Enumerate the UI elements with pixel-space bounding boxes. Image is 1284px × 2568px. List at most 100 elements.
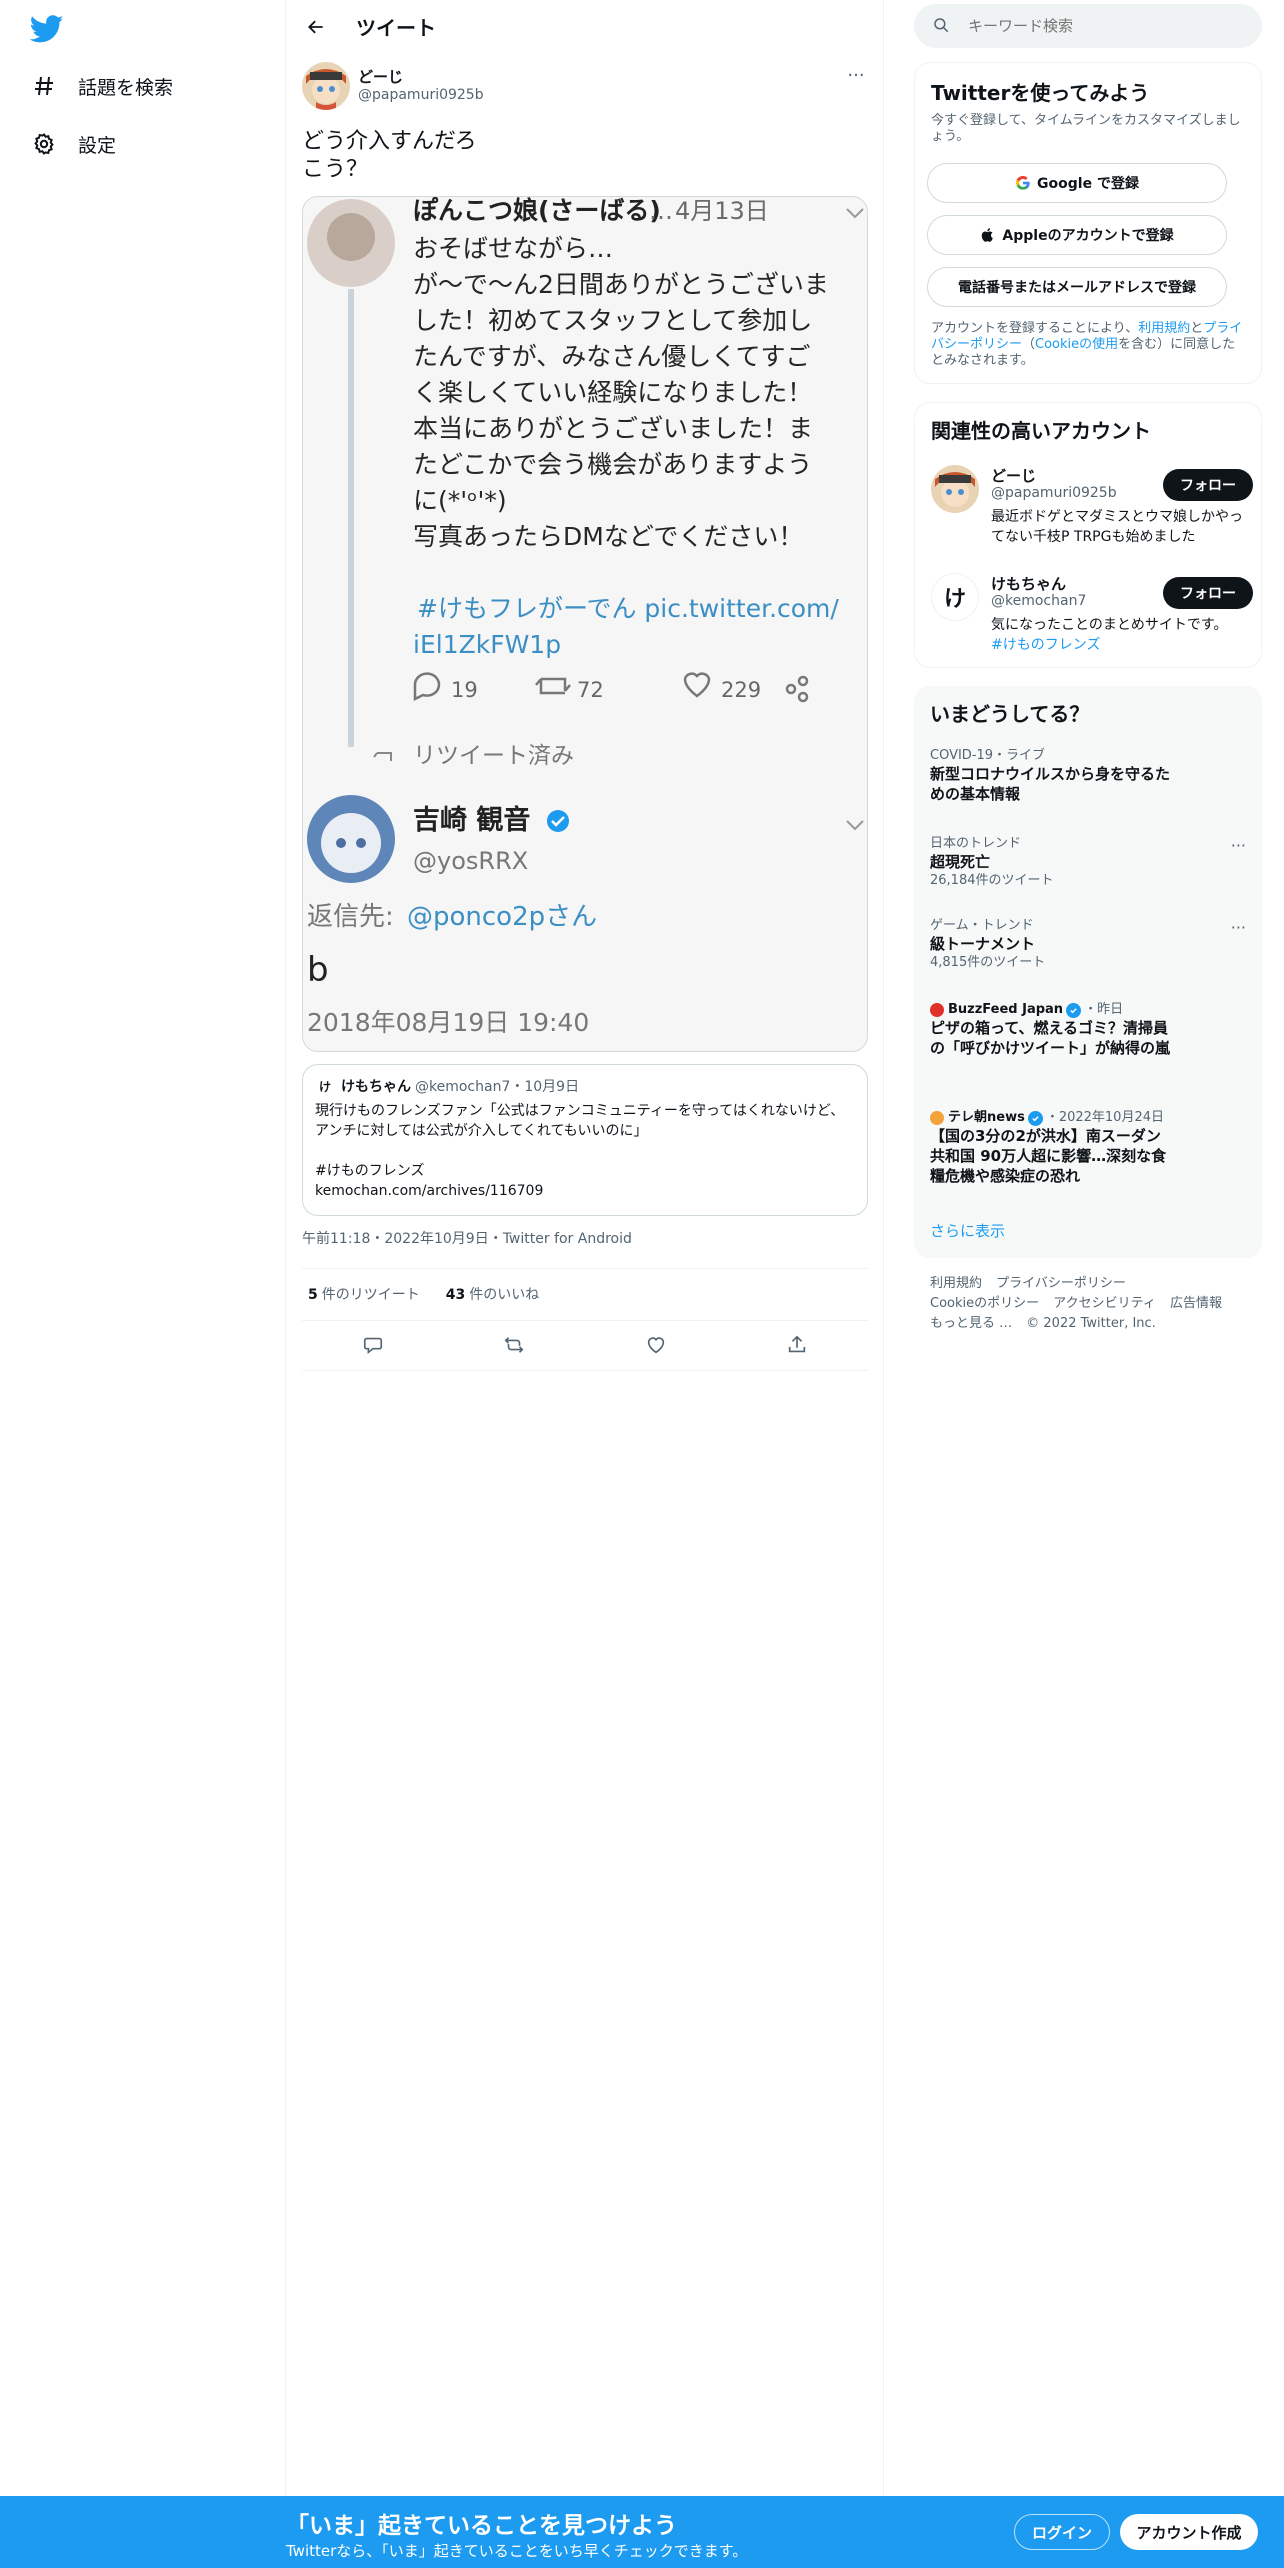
- news-source-name: テレ朝news: [948, 1110, 1025, 1125]
- verified-badge-icon: [547, 810, 569, 832]
- search-icon: [932, 16, 952, 36]
- embedded-line: たどこかで会う機会がありますよう: [413, 450, 812, 479]
- search-input[interactable]: [966, 16, 1236, 36]
- trend-category: COVID-19・ライブ: [930, 748, 1046, 763]
- trend-title: 新型コロナウイルスから身を守るための基本情報: [930, 765, 1171, 803]
- embedded-avatar-2: [307, 795, 395, 883]
- likes-count: 43: [445, 1287, 466, 1303]
- related-account[interactable]: どーじ @papamuri0925b 最近ボドゲとマダミスとウマ娘しかやってない…: [931, 465, 1253, 555]
- trend-item[interactable]: COVID-19・ライブ 新型コロナウイルスから身を守るための基本情報: [930, 748, 1246, 804]
- embedded-second-text: b: [307, 950, 329, 990]
- tweet-image[interactable]: ぽんこつ娘(さーばる) … 4月13日 おそばせながら… が～で～ん2日間ありが…: [302, 196, 868, 1052]
- retweets-label: 件のリツイート: [321, 1287, 420, 1303]
- footer-link[interactable]: アクセシビリティ: [1053, 1296, 1156, 1311]
- likes-stat[interactable]: 43 件のいいね: [446, 1284, 539, 1304]
- nav-explore[interactable]: 話題を検索: [30, 62, 173, 110]
- signup-legal-text: アカウントを登録することにより、利用規約とプライバシーポリシー（Cookieの使…: [931, 321, 1247, 369]
- google-signup-button[interactable]: Google で登録: [927, 163, 1227, 203]
- retweets-stat[interactable]: 5 件のリツイート: [308, 1284, 420, 1304]
- news-item[interactable]: テレ朝news ・2022年10月24日 【国の3分の2が洪水】南スーダン共和国…: [930, 1110, 1246, 1186]
- embedded-reply-count: 19: [451, 678, 478, 702]
- embedded-reply-to: @ponco2pさん: [407, 902, 597, 932]
- retweet-icon[interactable]: [496, 1327, 532, 1363]
- embedded-line: おそばせながら…: [413, 234, 613, 263]
- quoted-link: kemochan.com/archives/116709: [315, 1183, 544, 1199]
- follow-button[interactable]: フォロー: [1163, 577, 1253, 609]
- author-handle[interactable]: @papamuri0925b: [358, 87, 484, 103]
- author-name[interactable]: どーじ: [358, 66, 403, 87]
- footer-link[interactable]: 広告情報: [1170, 1296, 1222, 1311]
- tweet-text: どう介入すんだろ こう？: [302, 128, 477, 184]
- bottom-bar-title: 「いま」起きていることを見つけよう: [286, 2513, 677, 2539]
- footer-link[interactable]: 利用規約: [930, 1276, 982, 1291]
- related-bio-hashtag[interactable]: #けものフレンズ: [991, 637, 1100, 653]
- trend-item[interactable]: ゲーム・トレンド 級トーナメント 4,815件のツイート ···: [930, 918, 1246, 972]
- create-account-button[interactable]: アカウント作成: [1120, 2514, 1258, 2550]
- twitter-logo-icon[interactable]: [29, 12, 70, 48]
- signup-subtitle: 今すぐ登録して、タイムラインをカスタマイズしましょう。: [931, 113, 1241, 144]
- embedded-avatar-1: [307, 199, 395, 287]
- news-source-name: BuzzFeed Japan: [948, 1002, 1064, 1017]
- footer-link[interactable]: Cookieのポリシー: [930, 1296, 1039, 1311]
- related-title: 関連性の高いアカウント: [931, 419, 1151, 443]
- footer-link[interactable]: プライバシーポリシー: [996, 1276, 1126, 1291]
- buzzfeed-logo-icon: [930, 1003, 944, 1017]
- embedded-reply-prefix: 返信先:: [307, 902, 394, 932]
- apple-icon: [980, 227, 996, 243]
- trend-category: ゲーム・トレンド: [930, 918, 1034, 933]
- google-signup-label: Google で登録: [1037, 176, 1139, 192]
- back-arrow-icon[interactable]: [296, 7, 336, 47]
- quoted-avatar: け: [318, 1080, 331, 1094]
- nav-settings[interactable]: 設定: [30, 120, 116, 168]
- show-more-link[interactable]: さらに表示: [930, 1220, 1005, 1241]
- phone-email-signup-button[interactable]: 電話番号またはメールアドレスで登録: [927, 267, 1227, 307]
- more-options-icon[interactable]: ···: [844, 67, 868, 92]
- apple-signup-label: Appleのアカウントで登録: [1002, 228, 1174, 244]
- trend-item[interactable]: 日本のトレンド 超現死亡 26,184件のツイート ···: [930, 836, 1246, 890]
- embedded-line: に(*'ᵒ'*): [413, 486, 507, 515]
- bottom-bar-subtitle: Twitterなら、「いま」起きていることをいち早くチェックできます。: [286, 2542, 748, 2560]
- right-sidebar: Twitterを使ってみよう 今すぐ登録して、タイムラインをカスタマイズしましょ…: [884, 0, 1284, 2568]
- quoted-tweet[interactable]: け けもちゃん @kemochan7・10月9日 現行けものフレンズファン「公式…: [302, 1064, 868, 1216]
- more-options-icon[interactable]: ···: [1231, 836, 1246, 855]
- news-time: ・2022年10月24日: [1045, 1110, 1164, 1125]
- phone-email-signup-label: 電話番号またはメールアドレスで登録: [958, 280, 1196, 296]
- embedded-ellipsis: …: [649, 197, 673, 225]
- search-bar[interactable]: [914, 4, 1262, 48]
- embedded-first-date: 4月13日: [675, 197, 769, 225]
- related-account[interactable]: け けもちゃん @kemochan7 気になったことのまとめサイトです。 #けもの…: [931, 573, 1253, 653]
- legal-prefix: アカウントを登録することにより、: [931, 321, 1139, 336]
- more-options-icon[interactable]: ···: [1231, 918, 1246, 937]
- terms-link[interactable]: 利用規約: [1138, 321, 1190, 336]
- legal-and: と: [1190, 321, 1204, 336]
- related-name: どーじ: [991, 467, 1037, 485]
- embedded-retweeted-label: リツイート済み: [413, 743, 574, 769]
- related-bio: 最近ボドゲとマダミスとウマ娘しかやってない千枝P TRPGも始めました: [991, 509, 1243, 545]
- divider: [302, 1370, 868, 1371]
- related-avatar: け: [931, 573, 979, 621]
- tweet-text-line: どう介入すんだろ: [302, 129, 477, 154]
- tweet-timestamp[interactable]: 午前11:18・2022年10月9日・Twitter for Android: [302, 1228, 632, 1250]
- footer-links: 利用規約 プライバシーポリシー Cookieのポリシー アクセシビリティ 広告情…: [930, 1274, 1250, 1334]
- reply-icon[interactable]: [355, 1327, 391, 1363]
- like-icon[interactable]: [638, 1327, 674, 1363]
- trend-count: 26,184件のツイート: [930, 873, 1054, 888]
- tweet-header: ツイート: [286, 0, 884, 53]
- tv-asahi-logo-icon: [930, 1111, 944, 1125]
- embedded-second-handle: @yosRRX: [413, 847, 528, 875]
- main-column: ツイート どーじ @papamuri0925b ··· どう介入すんだろ こう？…: [286, 0, 884, 2568]
- news-item[interactable]: BuzzFeed Japan ・昨日 ピザの箱って、燃えるゴミ？清掃員の「呼びか…: [930, 1002, 1246, 1058]
- embedded-line: した！初めてスタッフとして参加し: [413, 306, 812, 335]
- tweet-text-line: こう？: [302, 157, 369, 182]
- hashtag-icon: [30, 72, 58, 100]
- footer-link[interactable]: もっと見る …: [930, 1316, 1012, 1331]
- embedded-line: 写真あったらDMなどでください！: [413, 522, 803, 551]
- share-icon[interactable]: [779, 1327, 815, 1363]
- nav-settings-label: 設定: [78, 134, 117, 157]
- login-button[interactable]: ログイン: [1014, 2514, 1110, 2550]
- apple-signup-button[interactable]: Appleのアカウントで登録: [927, 215, 1227, 255]
- author-avatar[interactable]: [302, 62, 350, 110]
- follow-button[interactable]: フォロー: [1163, 469, 1253, 501]
- related-bio: 気になったことのまとめサイトです。 #けものフレンズ: [991, 615, 1253, 655]
- cookie-link[interactable]: Cookieの使用: [1035, 337, 1118, 352]
